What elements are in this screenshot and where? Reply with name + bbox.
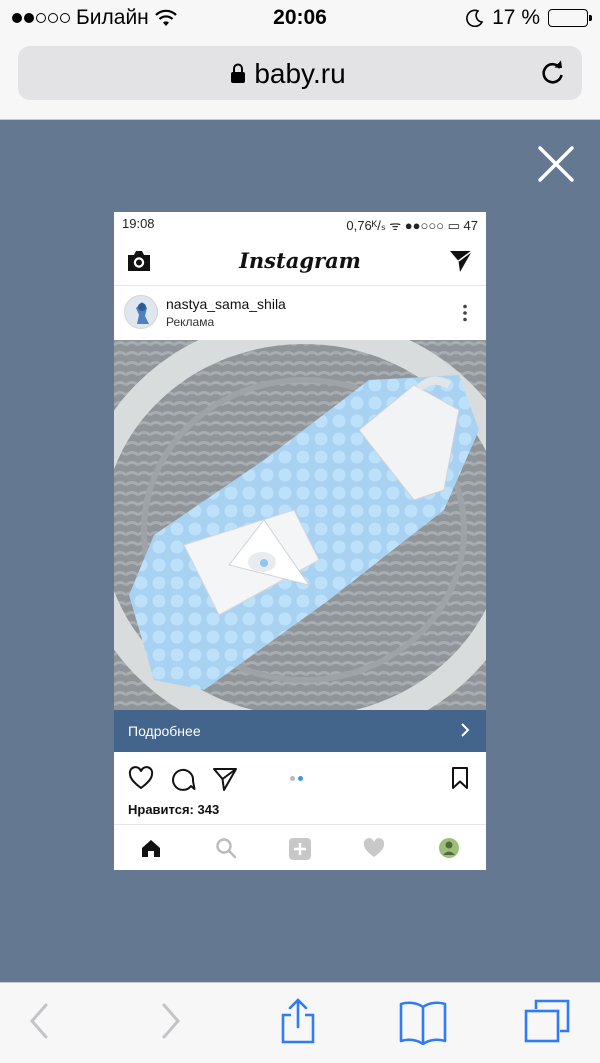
- battery-percent: 17 %: [492, 6, 540, 29]
- add-post-icon: [289, 838, 311, 860]
- safari-toolbar: [0, 982, 600, 1063]
- chevron-right-icon: [461, 723, 470, 737]
- status-right: 17 %: [466, 6, 592, 30]
- url-bar[interactable]: baby.ru: [18, 46, 582, 100]
- share-icon: [213, 768, 237, 791]
- instagram-logo: Instagram: [239, 248, 361, 273]
- home-icon: [142, 840, 160, 857]
- heart-icon: [128, 766, 154, 790]
- carousel-dot: [290, 776, 295, 781]
- carousel-dot: [298, 776, 303, 781]
- likes-count: Нравится: 343: [128, 802, 220, 817]
- carousel-dots: [290, 776, 303, 781]
- search-icon: [216, 838, 237, 859]
- comment-icon: [172, 768, 196, 791]
- forward-arrow-icon[interactable]: [156, 1001, 184, 1041]
- bookmark-icon: [452, 767, 468, 789]
- url-domain: baby.ru: [254, 58, 346, 89]
- back-arrow-icon[interactable]: [26, 1001, 54, 1041]
- instagram-ad-image[interactable]: 19:08 0,76ᴷ/ₛ ᯤ ●●○○○ ▭ 47 Instagram nas…: [114, 212, 486, 870]
- ig-header: Instagram: [114, 236, 486, 286]
- ig-status-bar: 19:08 0,76ᴷ/ₛ ᯤ ●●○○○ ▭ 47: [114, 212, 486, 236]
- avatar: [124, 295, 158, 329]
- post-photo: [114, 340, 486, 710]
- ig-status-time: 19:08: [122, 216, 155, 231]
- moon-icon: [466, 9, 484, 27]
- more-options-icon: [463, 304, 467, 322]
- direct-send-icon: [450, 250, 473, 272]
- sponsored-label: Реклама: [166, 315, 215, 329]
- post-actions: [114, 752, 486, 802]
- reload-icon[interactable]: [538, 57, 568, 89]
- ig-tab-bar: [114, 824, 486, 870]
- battery-icon: [548, 9, 592, 27]
- bookmarks-book-icon[interactable]: [398, 999, 448, 1045]
- tabs-icon[interactable]: [522, 997, 572, 1045]
- post-username: nastya_sama_shila: [166, 296, 286, 312]
- share-upload-icon[interactable]: [278, 997, 318, 1045]
- learn-more-button: Подробнее: [114, 710, 486, 752]
- post-header: nastya_sama_shila Реклама: [114, 286, 486, 340]
- safari-address-area: baby.ru: [0, 36, 600, 120]
- cta-label: Подробнее: [128, 723, 201, 739]
- profile-avatar-icon: [439, 838, 459, 858]
- close-icon[interactable]: [532, 140, 580, 188]
- ig-status-right: 0,76ᴷ/ₛ ᯤ ●●○○○ ▭ 47: [346, 218, 478, 233]
- activity-heart-icon: [363, 838, 385, 857]
- status-bar: Билайн 20:06 17 %: [0, 0, 600, 36]
